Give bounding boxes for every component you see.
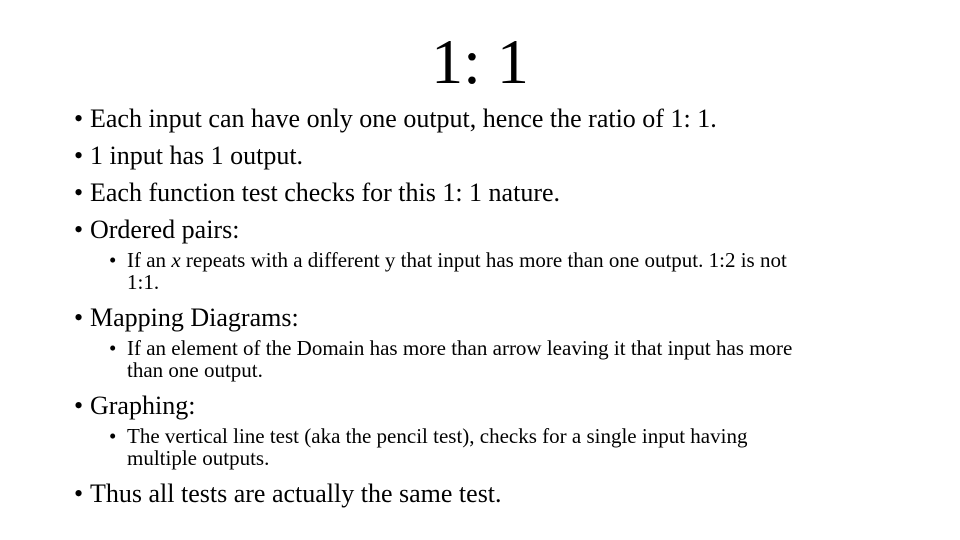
variable-x: x bbox=[171, 248, 181, 272]
bullet-icon: • bbox=[74, 215, 84, 244]
bullet-text: Ordered pairs: bbox=[90, 215, 240, 244]
bullet-text: Graphing: bbox=[90, 391, 196, 420]
bullet-item: • Each input can have only one output, he… bbox=[74, 104, 717, 134]
sub-bullet-text-continued: 1:1. bbox=[127, 270, 160, 294]
bullet-icon: • bbox=[109, 336, 117, 360]
bullet-text: Each input can have only one output, hen… bbox=[90, 104, 717, 133]
bullet-icon: • bbox=[74, 141, 84, 170]
bullet-text: Each function test checks for this 1: 1 … bbox=[90, 178, 561, 207]
sub-bullet-text: The vertical line test (aka the pencil t… bbox=[127, 424, 748, 448]
bullet-icon: • bbox=[74, 303, 84, 332]
sub-bullet-text: If an element of the Domain has more tha… bbox=[127, 336, 793, 360]
sub-bullet-text: If an x repeats with a different y that … bbox=[127, 248, 787, 272]
bullet-item: • Thus all tests are actually the same te… bbox=[74, 479, 502, 509]
slide-title: 1: 1 bbox=[431, 26, 529, 97]
bullet-text: 1 input has 1 output. bbox=[90, 141, 304, 170]
bullet-icon: • bbox=[74, 479, 84, 508]
bullet-icon: • bbox=[109, 248, 117, 272]
bullet-item: • Each function test checks for this 1: 1… bbox=[74, 178, 560, 208]
bullet-text: Thus all tests are actually the same tes… bbox=[90, 479, 502, 508]
bullet-item: • Ordered pairs: bbox=[74, 215, 239, 245]
bullet-item: • Graphing: bbox=[74, 391, 195, 421]
sub-bullet-item: • If an x repeats with a different y tha… bbox=[109, 249, 899, 293]
bullet-icon: • bbox=[74, 391, 84, 420]
bullet-icon: • bbox=[74, 178, 84, 207]
sub-bullet-item: • If an element of the Domain has more t… bbox=[109, 337, 899, 381]
sub-bullet-text-continued: multiple outputs. bbox=[127, 446, 270, 470]
bullet-icon: • bbox=[74, 104, 84, 133]
sub-bullet-item: • The vertical line test (aka the pencil… bbox=[109, 425, 899, 469]
bullet-item: • 1 input has 1 output. bbox=[74, 141, 303, 171]
sub-bullet-text-continued: than one output. bbox=[127, 358, 263, 382]
bullet-text: Mapping Diagrams: bbox=[90, 303, 299, 332]
bullet-item: • Mapping Diagrams: bbox=[74, 303, 299, 333]
bullet-icon: • bbox=[109, 424, 117, 448]
